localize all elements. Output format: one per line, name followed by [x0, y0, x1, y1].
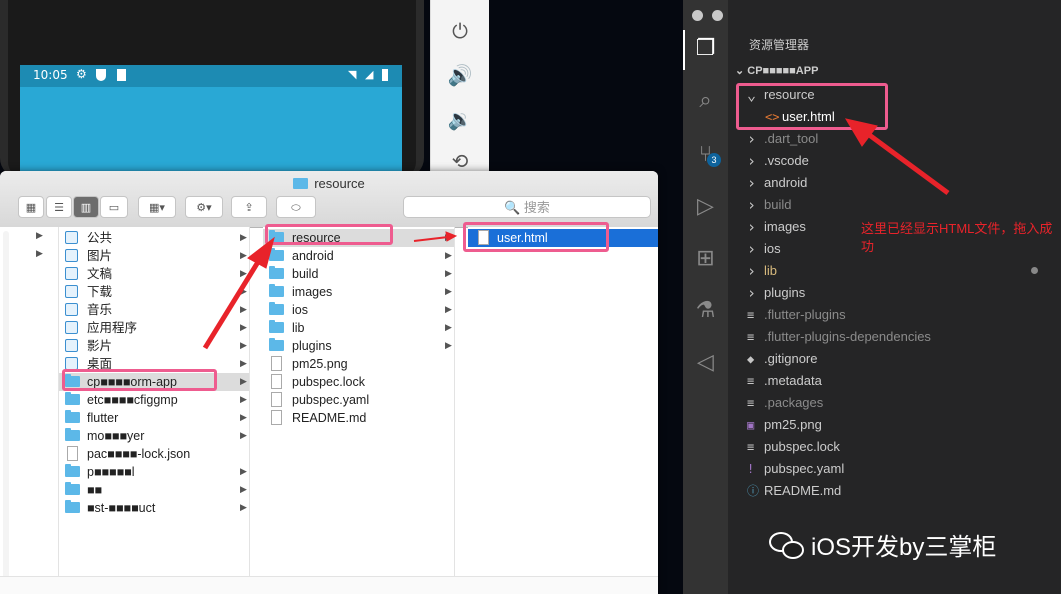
- arrow-head-1: [247, 236, 275, 269]
- watermark-text: iOS开发by三掌柜: [811, 534, 997, 561]
- arrow-drag-1: [202, 260, 261, 350]
- arrow-annotation: [866, 131, 950, 196]
- arrow-head-3: [844, 118, 878, 147]
- arrow-drag-2: [413, 236, 449, 242]
- arrow-head-2: [445, 231, 458, 242]
- watermark: iOS开发by三掌柜: [769, 527, 996, 562]
- annotation-arrows: [202, 118, 950, 350]
- wechat-icon: [769, 532, 805, 560]
